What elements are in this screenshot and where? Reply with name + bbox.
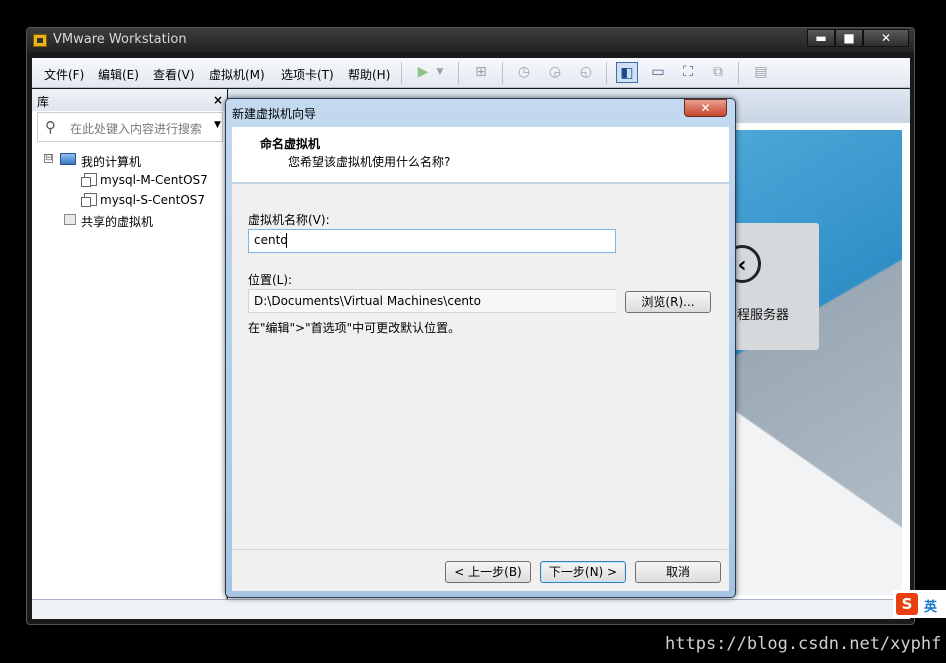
vm-name-label: 虚拟机名称(V):	[248, 213, 330, 227]
tabs-icon[interactable]: ▤	[750, 62, 772, 83]
search-icon: ⚲	[45, 118, 56, 136]
tree-item-vm[interactable]: mysql-M-CentOS7	[100, 173, 208, 187]
connect-remote-server-card[interactable]	[733, 223, 819, 350]
menu-tabs[interactable]: 选项卡(T)	[281, 66, 334, 83]
network-icon[interactable]: ⊞	[470, 62, 492, 83]
snapshot-icon[interactable]: ◷	[513, 62, 535, 83]
status-bar	[32, 599, 910, 619]
dropdown-icon[interactable]: ▼	[433, 62, 447, 83]
dialog-header-subtitle: 您希望该虚拟机使用什么名称?	[288, 155, 451, 169]
menu-vm[interactable]: 虚拟机(M)	[209, 66, 265, 83]
tree-item-shared-vms[interactable]: 共享的虚拟机	[81, 213, 153, 230]
window-title: VMware Workstation	[53, 32, 187, 47]
toolbar-separator	[458, 62, 459, 84]
unity-icon[interactable]: ⧉	[707, 62, 729, 83]
vmware-app-icon	[33, 34, 47, 47]
search-dropdown-icon[interactable]: ▼	[214, 120, 221, 130]
menu-file[interactable]: 文件(F)	[44, 66, 84, 83]
tree-item-vm[interactable]: mysql-S-CentOS7	[100, 193, 205, 207]
location-label: 位置(L):	[248, 273, 293, 287]
close-window-button[interactable]: ✕	[863, 29, 909, 47]
tree-item-my-computer[interactable]: 我的计算机	[81, 153, 141, 170]
fullscreen-icon[interactable]: ⛶	[677, 62, 699, 83]
location-input[interactable]: D:\Documents\Virtual Machines\cento	[248, 289, 616, 313]
menu-view[interactable]: 查看(V)	[153, 66, 195, 83]
library-header	[32, 89, 227, 111]
next-button[interactable]: 下一步(N) >	[540, 561, 626, 583]
back-button[interactable]: < 上一步(B)	[445, 561, 531, 583]
dialog-title: 新建虚拟机向导	[232, 107, 317, 121]
revert-snapshot-icon[interactable]: ◶	[544, 62, 566, 83]
tree-collapse-icon[interactable]: ⊟	[44, 154, 53, 163]
location-hint: 在"编辑">"首选项"中可更改默认位置。	[248, 321, 461, 335]
toolbar-separator	[401, 62, 402, 84]
shared-vms-icon	[64, 214, 76, 225]
console-view-icon[interactable]: ▭	[647, 62, 669, 83]
vm-icon	[81, 173, 97, 187]
dialog-close-button[interactable]: ✕	[684, 99, 727, 117]
library-view-icon[interactable]: ◧	[616, 62, 638, 83]
remote-server-label: 程服务器	[737, 308, 790, 323]
cancel-button[interactable]: 取消	[635, 561, 721, 583]
minimize-button[interactable]: ▬	[807, 29, 835, 47]
manage-snapshot-icon[interactable]: ◵	[575, 62, 597, 83]
menu-help[interactable]: 帮助(H)	[348, 66, 390, 83]
toolbar-separator	[502, 62, 503, 84]
sogou-ime-icon: S	[896, 593, 918, 615]
library-close-icon[interactable]: ×	[213, 93, 223, 107]
library-title: 库	[37, 95, 50, 109]
text-caret	[286, 233, 287, 248]
ime-language-label[interactable]: 英	[924, 596, 937, 615]
menu-edit[interactable]: 编辑(E)	[98, 66, 139, 83]
search-placeholder: 在此处键入内容进行搜索	[70, 122, 203, 136]
vm-icon	[81, 193, 97, 207]
dialog-header-title: 命名虚拟机	[260, 137, 321, 151]
watermark-url: https://blog.csdn.net/xyphf	[665, 634, 942, 654]
maximize-button[interactable]: ■	[835, 29, 863, 47]
browse-button[interactable]: 浏览(R)...	[625, 291, 711, 313]
toolbar-separator	[738, 62, 739, 84]
computer-icon	[60, 153, 76, 165]
play-icon[interactable]: ▶	[412, 62, 434, 83]
toolbar-separator	[606, 62, 607, 84]
vm-name-input[interactable]: cento	[248, 229, 616, 253]
